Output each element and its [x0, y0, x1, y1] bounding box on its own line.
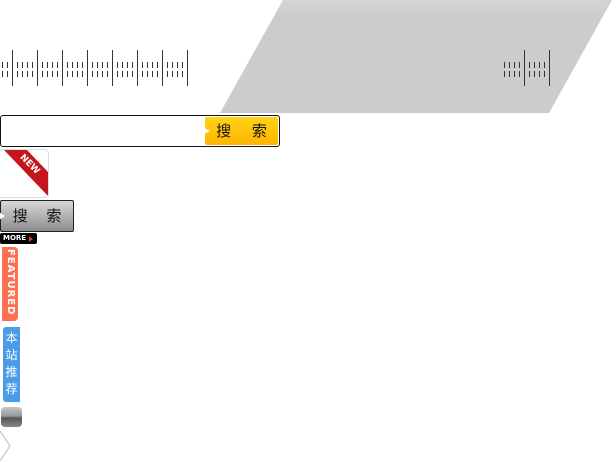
search-input[interactable] — [5, 120, 204, 144]
arrow-right-icon — [29, 236, 33, 242]
chevron-right-icon — [0, 430, 11, 462]
search-button[interactable]: 搜 索 — [205, 117, 278, 145]
recommend-tab[interactable]: 本站推荐 — [3, 327, 20, 402]
more-label: MORE — [3, 234, 27, 242]
featured-label: FEATURED — [5, 249, 16, 316]
recommend-label: 本站推荐 — [5, 331, 18, 396]
search-bar: 搜 索 — [0, 115, 280, 147]
featured-tab[interactable]: FEATURED — [2, 247, 18, 321]
more-button[interactable]: MORE — [0, 233, 37, 244]
gray-search-button[interactable]: 搜 索 — [0, 200, 74, 232]
small-gray-button[interactable] — [1, 407, 22, 427]
new-corner-badge: NEW — [0, 149, 49, 198]
ruler-ticks — [2, 50, 550, 86]
new-ribbon-icon: NEW — [4, 150, 48, 196]
